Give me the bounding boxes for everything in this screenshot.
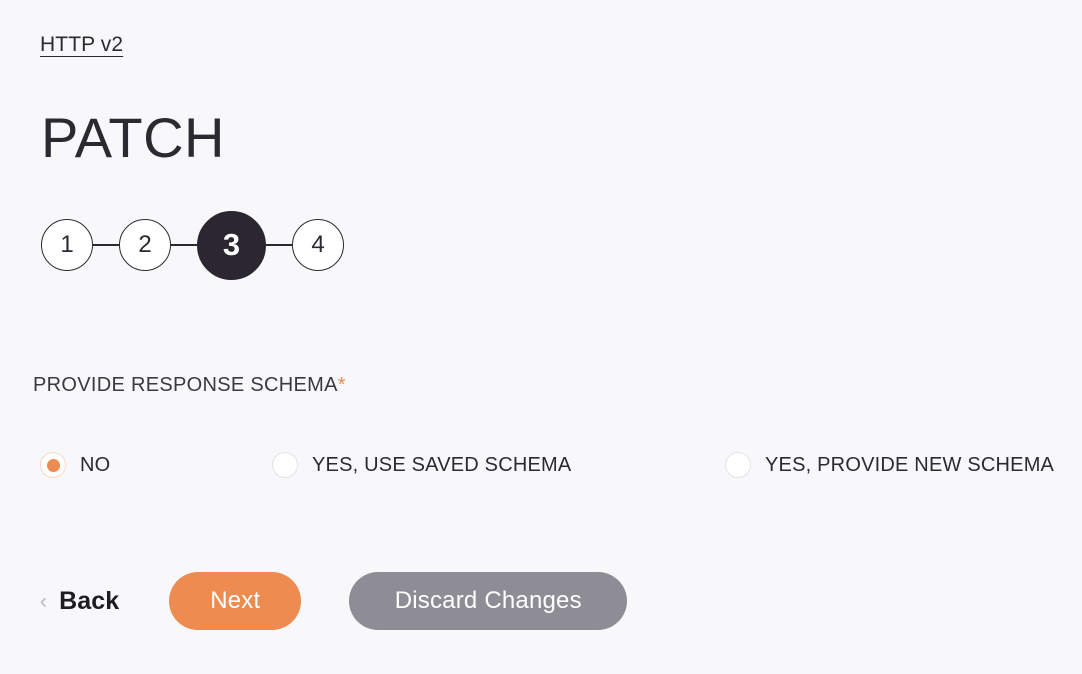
radio-option-no[interactable]: NO — [40, 450, 110, 480]
step-2-label: 2 — [138, 231, 152, 258]
radio-dot-icon — [46, 458, 60, 472]
discard-changes-button[interactable]: Discard Changes — [349, 572, 628, 630]
radio-option-provide-new-schema[interactable]: YES, PROVIDE NEW SCHEMA — [725, 450, 1054, 480]
radio-option-use-saved-schema[interactable]: YES, USE SAVED SCHEMA — [272, 450, 571, 480]
step-3-label: 3 — [222, 227, 241, 262]
back-button[interactable]: ‹ Back — [40, 587, 119, 616]
next-button-label: Next — [210, 587, 261, 614]
radio-icon-no[interactable] — [40, 452, 66, 478]
radio-label-provide-new-schema: YES, PROVIDE NEW SCHEMA — [765, 453, 1055, 476]
step-1[interactable]: 1 — [41, 219, 93, 271]
radio-label-use-saved-schema: YES, USE SAVED SCHEMA — [312, 453, 572, 476]
back-button-label: Back — [59, 586, 120, 615]
step-1-label: 1 — [60, 231, 74, 258]
page-title: PATCH — [41, 106, 225, 169]
chevron-left-icon: ‹ — [40, 589, 48, 613]
step-connector-2-3 — [171, 244, 197, 246]
required-asterisk-icon: * — [337, 374, 346, 396]
step-4-label: 4 — [311, 231, 325, 258]
step-4[interactable]: 4 — [292, 219, 344, 271]
radio-icon-provide-new-schema[interactable] — [725, 452, 751, 478]
radio-icon-use-saved-schema[interactable] — [272, 452, 298, 478]
step-connector-3-4 — [266, 244, 292, 246]
response-schema-radio-group: NO YES, USE SAVED SCHEMA YES, PROVIDE NE… — [40, 450, 1060, 480]
response-schema-label-text: PROVIDE RESPONSE SCHEMA — [33, 374, 338, 396]
step-2[interactable]: 2 — [119, 219, 171, 271]
next-button[interactable]: Next — [169, 572, 302, 630]
step-indicator: 1 2 3 4 — [41, 210, 344, 280]
radio-label-no: NO — [80, 453, 111, 476]
response-schema-label: PROVIDE RESPONSE SCHEMA* — [33, 374, 346, 397]
step-3[interactable]: 3 — [197, 210, 266, 280]
step-connector-1-2 — [93, 244, 119, 246]
action-bar: ‹ Back Next Discard Changes — [40, 572, 628, 630]
breadcrumb-http-v2[interactable]: HTTP v2 — [40, 33, 123, 57]
discard-changes-button-label: Discard Changes — [394, 587, 582, 614]
